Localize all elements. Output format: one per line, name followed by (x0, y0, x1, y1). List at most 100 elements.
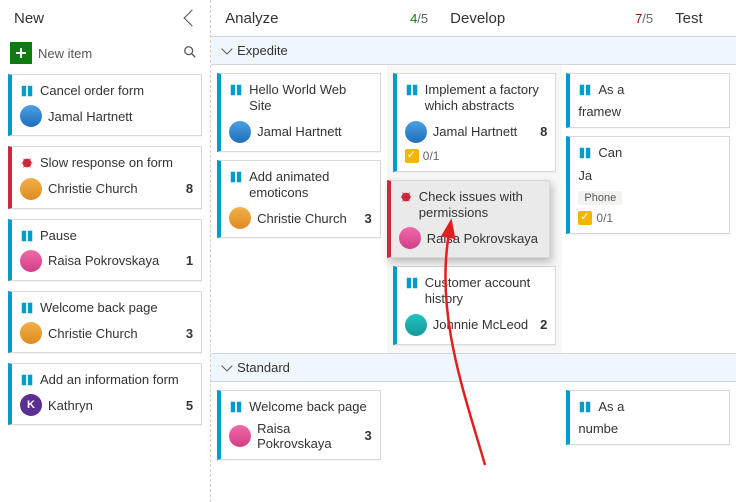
chevron-down-icon (221, 43, 232, 54)
swimlane-title: Standard (237, 360, 290, 375)
card-title: Customer account history (425, 275, 548, 308)
work-item-card[interactable]: As a framew (566, 73, 730, 128)
work-item-card[interactable]: Add animated emoticons Christie Church 3 (217, 160, 381, 239)
card-count: 8 (540, 124, 547, 139)
column-header-develop: Develop 7/5 (436, 0, 661, 36)
collapse-icon[interactable] (184, 10, 201, 27)
assignee-name: Raisa Pokrovskaya (48, 253, 159, 268)
card-subtext: framew (578, 104, 621, 119)
tag-chip: Phone (578, 191, 622, 205)
avatar (229, 207, 251, 229)
plus-icon (15, 47, 27, 59)
work-item-card[interactable]: Slow response on form Christie Church 8 (8, 146, 202, 208)
card-title: Can (598, 145, 721, 161)
avatar (20, 250, 42, 272)
assignee-name: Jamal Hartnett (48, 109, 133, 124)
work-item-card[interactable]: As a numbe (566, 390, 730, 445)
assignee-name: Christie Church (48, 181, 138, 196)
card-count: 2 (540, 317, 547, 332)
assignee-name: Raisa Pokrovskaya (257, 421, 358, 451)
avatar: K (20, 394, 42, 416)
add-new-item-button[interactable] (10, 42, 32, 64)
avatar (399, 227, 421, 249)
column-title: Test (675, 10, 728, 27)
avatar (20, 178, 42, 200)
column-title: New (14, 10, 186, 27)
checklist-icon (578, 211, 592, 225)
card-title: Add animated emoticons (249, 169, 372, 202)
column-header-analyze: Analyze 4/5 (211, 0, 436, 36)
task-progress: 0/1 (578, 211, 721, 225)
work-item-card[interactable]: Add an information form K Kathryn 5 (8, 363, 202, 425)
work-item-card[interactable]: Cancel order form Jamal Hartnett (8, 74, 202, 136)
new-item-label[interactable]: New item (38, 46, 174, 61)
card-count: 3 (365, 428, 372, 443)
avatar (405, 121, 427, 143)
wip-count: 4/5 (410, 11, 428, 26)
card-count: 3 (365, 211, 372, 226)
swimlane-header-standard[interactable]: Standard (211, 353, 736, 382)
story-icon (578, 146, 592, 160)
card-title: Check issues with permissions (419, 189, 542, 222)
card-title: Welcome back page (40, 300, 193, 316)
card-title: As a (598, 82, 721, 98)
story-icon (20, 84, 34, 98)
card-title: Welcome back page (249, 399, 372, 415)
swimlane-header-expedite[interactable]: Expedite (211, 36, 736, 65)
work-item-card[interactable]: Customer account history Johnnie McLeod 2 (393, 266, 557, 345)
assignee-name: Johnnie McLeod (433, 317, 528, 332)
assignee-name: Jamal Hartnett (433, 124, 518, 139)
column-title: Develop (450, 10, 635, 27)
task-progress: 0/1 (405, 149, 548, 163)
story-icon (405, 83, 419, 97)
avatar (20, 105, 42, 127)
column-header-test: Test (661, 0, 736, 36)
chevron-down-icon (221, 360, 232, 371)
work-item-card[interactable]: Can Ja Phone 0/1 (566, 136, 730, 233)
card-subtext: numbe (578, 421, 618, 436)
card-title: Pause (40, 228, 193, 244)
work-item-card[interactable]: Welcome back page Christie Church 3 (8, 291, 202, 353)
story-icon (578, 400, 592, 414)
avatar (229, 121, 251, 143)
card-title: Slow response on form (40, 155, 193, 171)
checklist-icon (405, 149, 419, 163)
avatar (229, 425, 251, 447)
story-icon (578, 83, 592, 97)
column-header-new: New (0, 0, 210, 36)
assignee-name: Raisa Pokrovskaya (427, 231, 538, 246)
story-icon (20, 301, 34, 315)
card-count: 8 (186, 181, 193, 196)
card-count: 1 (186, 253, 193, 268)
story-icon (229, 170, 243, 184)
assignee-name: Christie Church (257, 211, 347, 226)
story-icon (229, 83, 243, 97)
card-count: 3 (186, 326, 193, 341)
work-item-card[interactable]: Check issues with permissions Raisa Pokro… (387, 180, 551, 259)
bug-icon (20, 156, 34, 170)
work-item-card[interactable]: Hello World Web Site Jamal Hartnett (217, 73, 381, 152)
work-item-card[interactable]: Welcome back page Raisa Pokrovskaya 3 (217, 390, 381, 460)
assignee-name: Jamal Hartnett (257, 124, 342, 139)
card-title: Add an information form (40, 372, 193, 388)
assignee-name: Kathryn (48, 398, 93, 413)
avatar (20, 322, 42, 344)
search-icon[interactable] (180, 45, 200, 62)
card-count: 5 (186, 398, 193, 413)
wip-count: 7/5 (635, 11, 653, 26)
column-title: Analyze (225, 10, 410, 27)
card-subtext: Ja (578, 168, 592, 183)
card-title: Cancel order form (40, 83, 193, 99)
card-title: Implement a factory which abstracts (425, 82, 548, 115)
story-icon (229, 400, 243, 414)
swimlane-title: Expedite (237, 43, 288, 58)
card-title: As a (598, 399, 721, 415)
assignee-name: Christie Church (48, 326, 138, 341)
avatar (405, 314, 427, 336)
work-item-card[interactable]: Implement a factory which abstracts Jamal… (393, 73, 557, 172)
card-title: Hello World Web Site (249, 82, 372, 115)
story-icon (405, 276, 419, 290)
work-item-card[interactable]: Pause Raisa Pokrovskaya 1 (8, 219, 202, 281)
story-icon (20, 373, 34, 387)
bug-icon (399, 190, 413, 204)
